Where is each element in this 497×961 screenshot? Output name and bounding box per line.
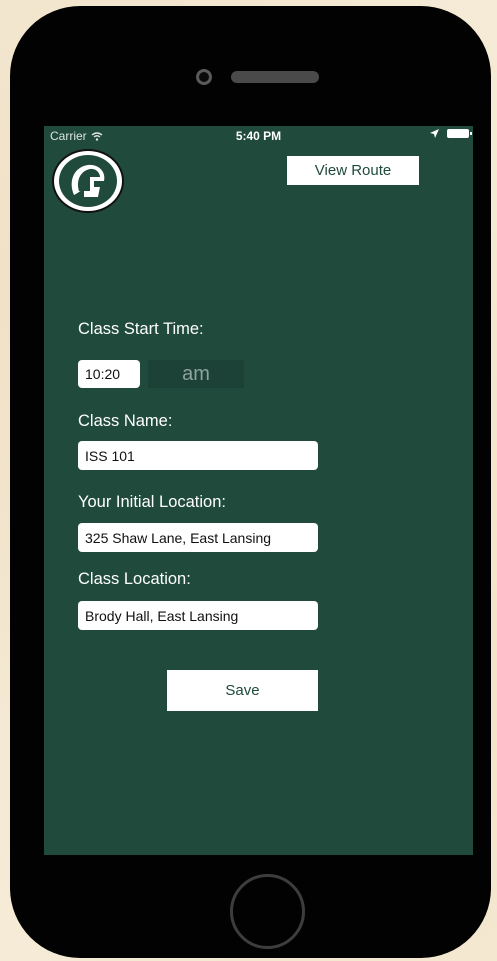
status-bar: Carrier 5:40 PM — [44, 126, 473, 146]
battery-icon — [447, 129, 472, 138]
spartan-logo — [52, 149, 124, 213]
class-name-field[interactable]: ISS 101 — [78, 441, 318, 470]
initial-location-label: Your Initial Location: — [78, 493, 226, 511]
camera-icon — [196, 69, 212, 85]
class-start-time-label: Class Start Time: — [78, 320, 204, 338]
start-time-field[interactable]: 10:20 — [78, 360, 140, 388]
class-location-label: Class Location: — [78, 570, 191, 588]
class-location-field[interactable]: Brody Hall, East Lansing — [78, 601, 318, 630]
class-name-label: Class Name: — [78, 412, 173, 430]
save-button[interactable]: Save — [167, 670, 318, 711]
home-button[interactable] — [230, 874, 305, 949]
status-time: 5:40 PM — [235, 129, 282, 143]
status-right-icons — [430, 129, 472, 138]
initial-location-field[interactable]: 325 Shaw Lane, East Lansing — [78, 523, 318, 552]
view-route-button[interactable]: View Route — [287, 156, 419, 185]
location-arrow-icon — [430, 129, 439, 138]
app-screen: Carrier 5:40 PM View Route Class Start T… — [44, 126, 473, 855]
spartan-helmet-icon — [59, 155, 117, 207]
ampm-picker[interactable]: am — [148, 360, 244, 388]
speaker-grille — [231, 71, 319, 83]
